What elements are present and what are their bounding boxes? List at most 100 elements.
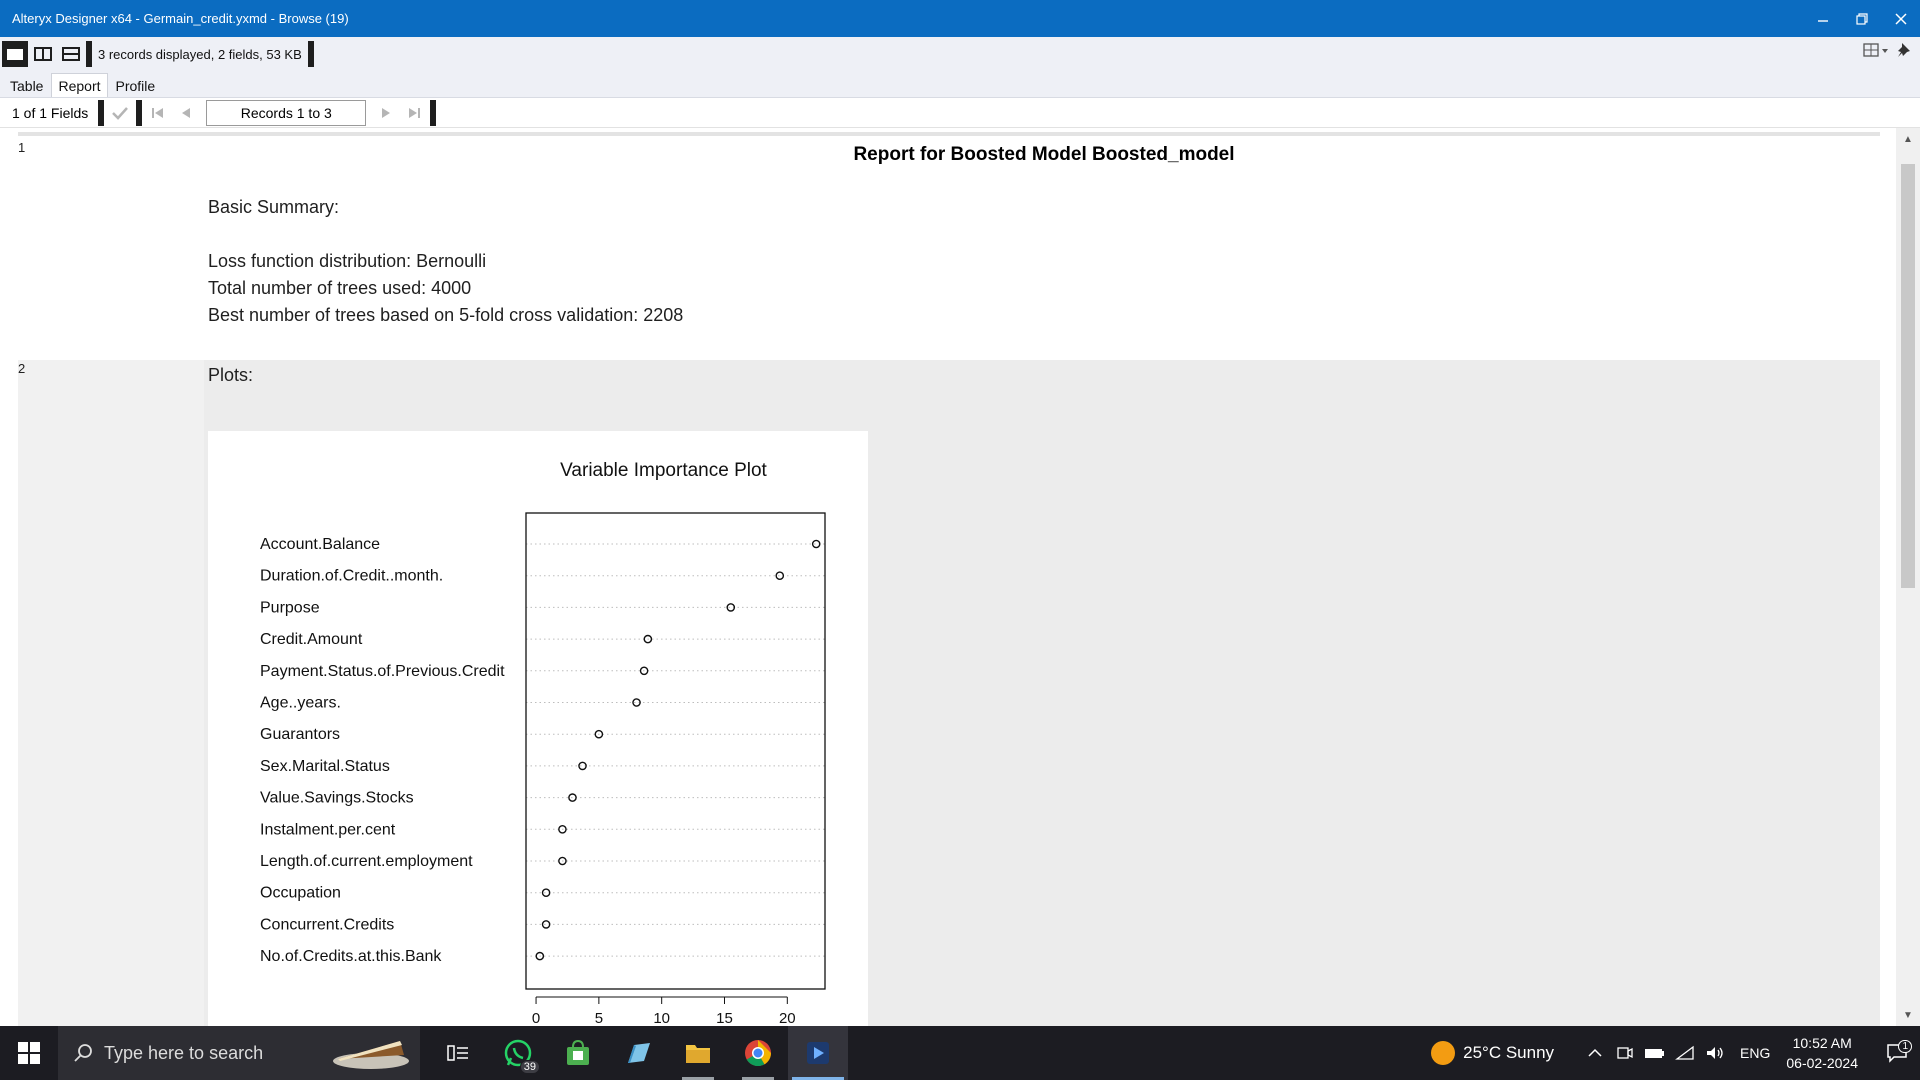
window-title: Alteryx Designer x64 - Germain_credit.yx…: [12, 11, 349, 26]
single-view-icon[interactable]: [2, 41, 28, 67]
x-tick-label: 20: [779, 1010, 796, 1026]
fields-count: 1 of 1 Fields: [12, 104, 89, 121]
chrome-app[interactable]: [728, 1026, 788, 1080]
chart-title: Variable Importance Plot: [560, 460, 767, 481]
pencil-icon: [628, 1043, 650, 1063]
language-indicator[interactable]: ENG: [1740, 1045, 1770, 1061]
category-label: Instalment.per.cent: [260, 821, 396, 838]
category-label: Duration.of.Credit..month.: [260, 568, 443, 585]
clock-time: 10:52 AM: [1792, 1035, 1852, 1051]
restore-icon: [1855, 12, 1868, 25]
plot-frame: [525, 512, 826, 990]
summary-line: Total number of trees used: 4000: [208, 278, 472, 298]
clock[interactable]: 10:52 AM 06-02-2024: [1786, 1033, 1858, 1073]
close-icon: [1894, 12, 1907, 25]
weather-text: 25°C Sunny: [1463, 1043, 1555, 1062]
start-button[interactable]: [0, 1026, 58, 1080]
category-label: Credit.Amount: [260, 631, 363, 648]
clock-date: 06-02-2024: [1786, 1055, 1858, 1071]
plots-heading: Plots:: [208, 365, 254, 385]
chrome-icon: [745, 1040, 772, 1067]
tab-profile[interactable]: Profile: [110, 74, 162, 97]
store-app[interactable]: [548, 1026, 608, 1080]
summary-line: Loss function distribution: Bernoulli: [208, 251, 487, 271]
x-tick-label: 15: [716, 1010, 733, 1026]
meet-now-icon[interactable]: [1610, 1045, 1640, 1061]
x-tick-label: 10: [653, 1010, 670, 1026]
apply-button[interactable]: [106, 100, 134, 126]
records-range: Records 1 to 3: [206, 99, 367, 126]
battery-icon[interactable]: [1640, 1047, 1670, 1059]
first-record-button[interactable]: [144, 100, 172, 126]
row-number: 1: [18, 140, 26, 155]
category-label: No.of.Credits.at.this.Bank: [260, 948, 442, 965]
report-view[interactable]: 1 Report for Boosted Model Boosted_model…: [0, 128, 1896, 1026]
last-record-button[interactable]: [400, 100, 428, 126]
notepad-app[interactable]: [608, 1026, 668, 1080]
whatsapp-app[interactable]: 39: [488, 1026, 548, 1080]
task-view-button[interactable]: [428, 1026, 488, 1080]
browse-toolbar: 3 records displayed, 2 fields, 53 KB: [0, 37, 1920, 71]
whatsapp-badge: 39: [519, 1060, 540, 1074]
minimize-button[interactable]: [1803, 0, 1842, 37]
row-number: 2: [18, 361, 26, 376]
data-point: [775, 571, 785, 580]
split-horizontal-icon[interactable]: [58, 41, 84, 67]
restore-button[interactable]: [1842, 0, 1881, 37]
next-record-button[interactable]: [372, 100, 400, 126]
previous-record-button[interactable]: [172, 100, 200, 126]
last-icon: [409, 107, 421, 118]
variable-importance-plot: Variable Importance Plot Account.Balance D…: [208, 431, 868, 1026]
vertical-scrollbar[interactable]: ▲ ▼: [1896, 128, 1920, 1026]
report-title: Report for Boosted Model Boosted_model: [853, 144, 1235, 165]
nav-separator: [136, 99, 143, 126]
summary-line: Best number of trees based on 5-fold cro…: [208, 305, 684, 325]
checkmark-icon: [112, 106, 129, 120]
tab-table[interactable]: Table: [4, 74, 49, 97]
split-vertical-icon[interactable]: [30, 41, 56, 67]
folder-icon: [686, 1045, 710, 1063]
category-label: Occupation: [260, 885, 341, 902]
layout-dropdown-icon[interactable]: [1862, 42, 1890, 63]
toolbar-separator: [86, 41, 92, 67]
pin-icon[interactable]: [1896, 41, 1914, 64]
row-gutter: [18, 360, 204, 1026]
summary-heading: Basic Summary:: [208, 197, 340, 217]
scroll-thumb[interactable]: [1901, 164, 1915, 588]
x-tick-label: 0: [532, 1010, 540, 1026]
scroll-down-icon[interactable]: ▼: [1896, 1004, 1920, 1026]
category-label: Value.Savings.Stocks: [260, 790, 414, 807]
wifi-icon[interactable]: [1670, 1045, 1700, 1061]
toolbar-separator: [307, 41, 314, 67]
category-label: Age..years.: [260, 695, 341, 712]
nav-separator: [98, 99, 105, 126]
title-bar: Alteryx Designer x64 - Germain_credit.yx…: [0, 0, 1920, 37]
category-label: Sex.Marital.Status: [260, 758, 390, 775]
tab-report[interactable]: Report: [51, 73, 108, 97]
scroll-up-icon[interactable]: ▲: [1896, 128, 1920, 150]
alteryx-app[interactable]: [788, 1026, 848, 1080]
alteryx-icon: [807, 1042, 829, 1064]
notification-center-button[interactable]: 1: [1874, 1040, 1920, 1063]
weather-widget[interactable]: 25°C Sunny: [1431, 1041, 1554, 1065]
first-icon: [152, 107, 164, 118]
taskbar-search[interactable]: Type here to search: [58, 1026, 420, 1080]
file-explorer-app[interactable]: [668, 1026, 728, 1080]
category-label: Payment.Status.of.Previous.Credit: [260, 663, 505, 680]
close-button[interactable]: [1881, 0, 1920, 37]
chevron-up-icon[interactable]: [1580, 1048, 1610, 1058]
windows-taskbar: Type here to search 39 25°C Sunny ENG 10…: [0, 1026, 1920, 1080]
minimize-icon: [1817, 19, 1828, 22]
windows-logo-icon: [18, 1042, 40, 1064]
view-tabs: Table Report Profile: [0, 71, 1920, 98]
sun-icon: [1431, 1041, 1456, 1065]
category-label: Account.Balance: [260, 536, 380, 553]
category-label: Concurrent.Credits: [260, 916, 394, 933]
row-divider: [18, 132, 1880, 136]
cake-search-highlight-icon: [330, 1031, 412, 1076]
shopping-bag-icon: [567, 1039, 589, 1065]
x-tick-label: 5: [595, 1010, 603, 1026]
records-status: 3 records displayed, 2 fields, 53 KB: [98, 46, 302, 62]
category-label: Purpose: [260, 599, 320, 616]
volume-icon[interactable]: [1700, 1045, 1730, 1061]
